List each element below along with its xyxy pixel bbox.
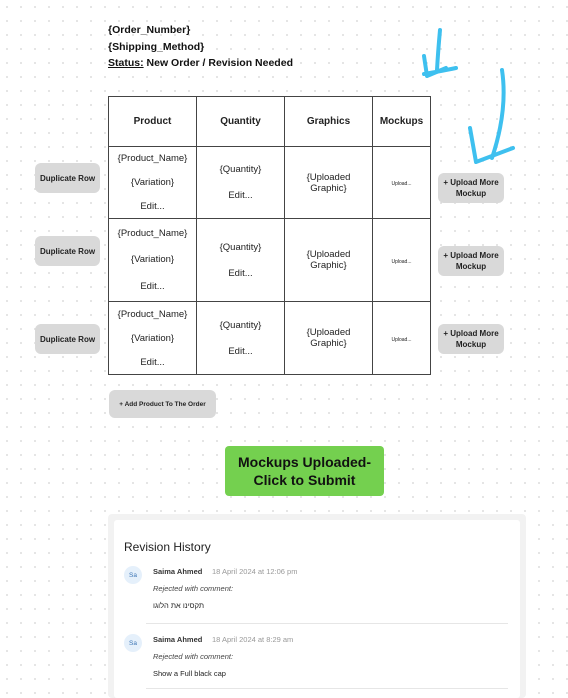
arrow-right	[490, 68, 506, 160]
revision-label: Rejected with comment:	[153, 652, 234, 661]
arrow-top	[422, 28, 458, 76]
product-variation[interactable]: {Variation}	[131, 177, 174, 188]
revision-author: Saima Ahmed	[153, 567, 203, 576]
product-cell: {Product_Name} {Variation} Edit...	[108, 301, 197, 375]
order-table: Product Quantity Graphics Mockups {Produ…	[108, 96, 431, 375]
col-product: Product	[108, 96, 197, 147]
table-row: {Product_Name} {Variation} Edit... {Quan…	[108, 146, 431, 219]
duplicate-row-button[interactable]: Duplicate Row	[35, 236, 100, 266]
revision-label: Rejected with comment:	[153, 584, 234, 593]
arrow-top-head	[422, 54, 448, 78]
quantity-value[interactable]: {Quantity}	[220, 164, 262, 175]
graphic-cell[interactable]: {Uploaded Graphic}	[284, 146, 373, 219]
quantity-value[interactable]: {Quantity}	[220, 320, 262, 331]
table-row: {Product_Name} {Variation} Edit... {Quan…	[108, 301, 431, 375]
mockup-cell[interactable]: Upload...	[372, 301, 431, 375]
graphic-cell[interactable]: {Uploaded Graphic}	[284, 218, 373, 302]
quantity-edit-link[interactable]: Edit...	[228, 268, 252, 279]
revision-comment: תקסינו את הלוגו	[153, 601, 205, 610]
revision-comment: Show a Full black cap	[153, 669, 226, 678]
quantity-cell: {Quantity} Edit...	[196, 146, 285, 219]
product-cell: {Product_Name} {Variation} Edit...	[108, 218, 197, 302]
duplicate-row-button[interactable]: Duplicate Row	[35, 324, 100, 354]
graphic-cell[interactable]: {Uploaded Graphic}	[284, 301, 373, 375]
col-quantity: Quantity	[196, 96, 285, 147]
upload-more-mockup-button[interactable]: + Upload More Mockup	[438, 246, 504, 276]
quantity-edit-link[interactable]: Edit...	[228, 190, 252, 201]
product-edit-link[interactable]: Edit...	[140, 357, 164, 368]
product-name[interactable]: {Product_Name}	[118, 309, 188, 320]
revision-history-title: Revision History	[124, 540, 211, 554]
duplicate-row-button[interactable]: Duplicate Row	[35, 163, 100, 193]
mockup-upload[interactable]: Upload...	[391, 337, 411, 343]
col-graphics: Graphics	[284, 96, 373, 147]
add-product-button[interactable]: + Add Product To The Order	[109, 390, 216, 418]
product-name[interactable]: {Product_Name}	[118, 153, 188, 164]
upload-more-mockup-button[interactable]: + Upload More Mockup	[438, 173, 504, 203]
revision-timestamp: 18 April 2024 at 12:06 pm	[212, 567, 298, 576]
revision-timestamp: 18 April 2024 at 8:29 am	[212, 635, 294, 644]
revision-author: Saima Ahmed	[153, 635, 203, 644]
quantity-cell: {Quantity} Edit...	[196, 218, 285, 302]
mockup-cell[interactable]: Upload...	[372, 146, 431, 219]
product-edit-link[interactable]: Edit...	[140, 281, 164, 292]
mockup-upload[interactable]: Upload...	[391, 259, 411, 265]
col-mockups: Mockups	[372, 96, 431, 147]
product-name[interactable]: {Product_Name}	[118, 228, 188, 239]
avatar: Sa	[124, 634, 142, 652]
mockup-upload[interactable]: Upload...	[391, 181, 411, 187]
table-row: {Product_Name} {Variation} Edit... {Quan…	[108, 218, 431, 302]
mockup-cell[interactable]: Upload...	[372, 218, 431, 302]
quantity-value[interactable]: {Quantity}	[220, 242, 262, 253]
product-variation[interactable]: {Variation}	[131, 333, 174, 344]
table-header-row: Product Quantity Graphics Mockups	[108, 96, 431, 147]
product-cell: {Product_Name} {Variation} Edit...	[108, 146, 197, 219]
revision-history-panel: Revision History Sa Saima Ahmed 18 April…	[108, 514, 526, 698]
product-variation[interactable]: {Variation}	[131, 254, 174, 265]
product-edit-link[interactable]: Edit...	[140, 201, 164, 212]
arrow-right-head	[468, 126, 515, 164]
submit-mockups-button[interactable]: Mockups Uploaded- Click to Submit	[225, 446, 384, 496]
revision-history-card: Revision History Sa Saima Ahmed 18 April…	[114, 520, 520, 698]
divider	[146, 623, 508, 624]
quantity-edit-link[interactable]: Edit...	[228, 346, 252, 357]
avatar: Sa	[124, 566, 142, 584]
divider	[146, 688, 508, 689]
upload-more-mockup-button[interactable]: + Upload More Mockup	[438, 324, 504, 354]
quantity-cell: {Quantity} Edit...	[196, 301, 285, 375]
